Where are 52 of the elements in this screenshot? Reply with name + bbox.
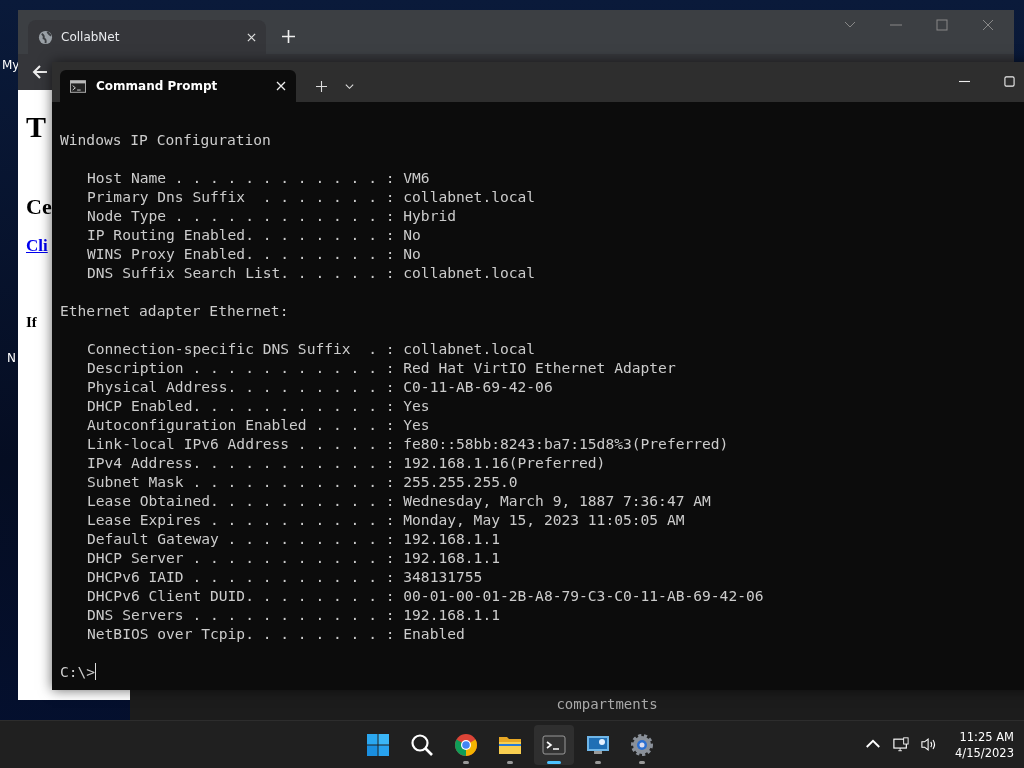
command-prompt-icon xyxy=(70,79,86,93)
console-line: DNS Servers . . . . . . . . . . . : 192.168.1.1 xyxy=(87,605,500,624)
console-line: WINS Proxy Enabled. . . . . . . . : No xyxy=(87,244,421,263)
console-line: Physical Address. . . . . . . . . : C0-11-AB-69-42-06 xyxy=(87,377,553,396)
console-line: Host Name . . . . . . . . . . . . : VM6 xyxy=(87,168,430,187)
page-subheading: Ce xyxy=(26,194,52,220)
browser-icon xyxy=(454,732,478,757)
console-line: DNS Suffix Search List. . . . . . : collabnet.local xyxy=(87,263,536,282)
settings-icon xyxy=(630,732,654,757)
console-line: Description . . . . . . . . . . . : Red Hat VirtIO Ethernet Adapter xyxy=(87,358,676,377)
console-line: IPv4 Address. . . . . . . . . . . : 192.168.1.16(Preferred) xyxy=(87,453,606,472)
globe-icon xyxy=(38,29,53,45)
console-line: Node Type . . . . . . . . . . . . : Hybrid xyxy=(87,206,457,225)
console-text: compartments xyxy=(556,696,658,712)
console-line: Lease Obtained. . . . . . . . . . : Wednesday, March 9, 1887 7:36:47 AM xyxy=(87,491,711,510)
console-line: Link-local IPv6 Address . . . . . : fe80::58bb:8243:ba7:15d8%3(Preferred) xyxy=(87,434,729,453)
console-line: Primary Dns Suffix . . . . . . . : collabnet.local xyxy=(87,187,536,206)
console-line: Windows IP Configuration xyxy=(60,130,271,149)
clock-date: 4/15/2023 xyxy=(955,744,1014,761)
windows-logo-icon xyxy=(366,732,390,757)
new-tab-icon[interactable] xyxy=(282,30,295,43)
speaker-icon[interactable] xyxy=(921,737,938,752)
console-line: Connection-specific DNS Suffix . : collabnet.local xyxy=(87,339,536,358)
page-link[interactable]: Cli xyxy=(26,236,48,256)
console-line: Default Gateway . . . . . . . . . : 192.168.1.1 xyxy=(87,529,500,548)
console-line: DHCP Enabled. . . . . . . . . . . : Yes xyxy=(87,396,430,415)
console-line: Lease Expires . . . . . . . . . . : Monday, May 15, 2023 11:05:05 AM xyxy=(87,510,685,529)
console-line: IP Routing Enabled. . . . . . . . : No xyxy=(87,225,421,244)
console-line: Autoconfiguration Enabled . . . . : Yes xyxy=(87,415,430,434)
terminal-tab[interactable]: Command Prompt xyxy=(60,70,296,102)
console-line: Subnet Mask . . . . . . . . . . . : 255.255.255.0 xyxy=(87,472,518,491)
taskbar-button[interactable] xyxy=(534,724,574,765)
clock[interactable]: 11:25 AM 4/15/2023 xyxy=(955,728,1014,761)
terminal-icon xyxy=(542,732,566,757)
console-line: NetBIOS over Tcpip. . . . . . . . : Enabled xyxy=(87,624,465,643)
search-icon xyxy=(410,732,434,757)
back-arrow-icon[interactable] xyxy=(32,64,48,80)
desktop-icon-label[interactable]: My xyxy=(2,58,20,72)
desktop-icon-label[interactable]: N xyxy=(7,351,16,365)
page-text: If xyxy=(26,314,37,331)
console-line: Ethernet adapter Ethernet: xyxy=(60,301,289,320)
console-line: DHCPv6 IAID . . . . . . . . . . . : 348131755 xyxy=(87,567,483,586)
console-line: DHCPv6 Client DUID. . . . . . . . : 00-01-00-01-2B-A8-79-C3-C0-11-AB-69-42-06 xyxy=(87,586,764,605)
text-cursor xyxy=(95,663,97,680)
chevron-down-icon[interactable] xyxy=(344,81,355,92)
console-line: DHCP Server . . . . . . . . . . . : 192.168.1.1 xyxy=(87,548,500,567)
clock-time: 11:25 AM xyxy=(959,728,1014,745)
new-tab-icon[interactable] xyxy=(316,81,327,92)
browser-tab[interactable]: CollabNet xyxy=(28,20,266,54)
network-icon[interactable] xyxy=(893,737,910,752)
command-prompt: C:\> xyxy=(60,662,96,681)
page-heading: T xyxy=(26,110,46,144)
